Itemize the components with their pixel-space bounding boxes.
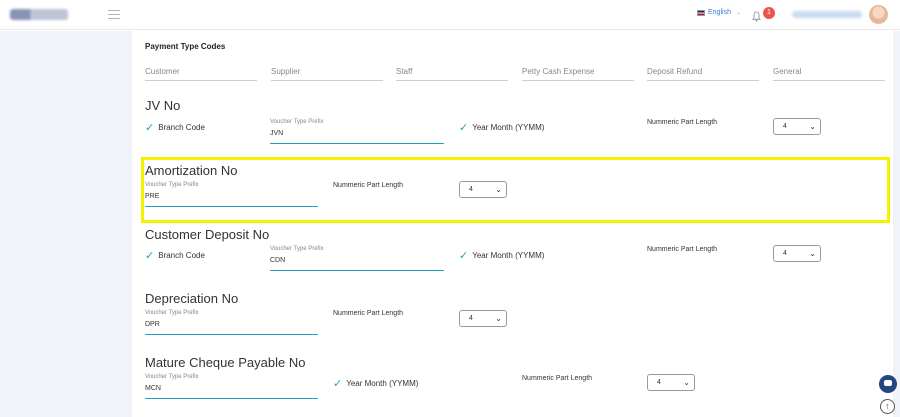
depreciation-length-value: 4 [469, 315, 473, 322]
customer-deposit-prefix-value[interactable]: CDN [270, 257, 444, 271]
depreciation-numeric-length-label: Nummeric Part Length [333, 310, 404, 317]
customer-deposit-no-heading: Customer Deposit No [145, 227, 270, 242]
bell-icon[interactable] [752, 9, 761, 27]
chevron-down-icon: ⌄ [809, 122, 816, 131]
jv-branch-code-checkbox[interactable]: ✓ Branch Code [145, 121, 205, 134]
checkmark-icon: ✓ [459, 121, 469, 134]
left-sidebar [0, 31, 132, 417]
amortization-voucher-prefix-field[interactable]: Voucher Type Prefix PRE [145, 182, 318, 207]
chevron-down-icon: ⌄ [683, 378, 690, 387]
mature-cheque-length-value: 4 [657, 379, 661, 386]
customer-deposit-length-value: 4 [783, 250, 787, 257]
checkmark-icon: ✓ [459, 249, 469, 262]
general-code-field[interactable]: General [773, 67, 885, 81]
amortization-numeric-length-label: Nummeric Part Length [333, 182, 404, 189]
avatar[interactable] [869, 5, 888, 24]
checkmark-icon: ✓ [145, 121, 155, 134]
chevron-down-icon: ⌄ [495, 314, 502, 323]
chevron-down-icon: ⌄ [809, 249, 816, 258]
user-name[interactable] [792, 11, 862, 18]
customer-deposit-numeric-length-select[interactable]: 4 ⌄ [773, 245, 821, 262]
year-month-label: Year Month (YYMM) [472, 251, 545, 260]
amortization-numeric-length-select[interactable]: 4 ⌄ [459, 181, 507, 198]
jv-numeric-length-label: Nummeric Part Length [647, 119, 718, 126]
chevron-down-icon: ⌄ [495, 185, 502, 194]
staff-code-field[interactable]: Staff [396, 67, 508, 81]
jv-numeric-length-select[interactable]: 4 ⌄ [773, 118, 821, 135]
customer-deposit-voucher-prefix-field[interactable]: Voucher Type Prefix CDN [270, 246, 444, 271]
jv-length-value: 4 [783, 123, 787, 130]
language-label: English [708, 9, 731, 16]
mature-cheque-numeric-length-select[interactable]: 4 ⌄ [647, 374, 695, 391]
mature-cheque-prefix-value[interactable]: MCN [145, 385, 318, 399]
jv-prefix-value[interactable]: JVN [270, 130, 444, 144]
customer-code-field[interactable]: Customer [145, 67, 257, 81]
depreciation-prefix-value[interactable]: DPR [145, 321, 318, 335]
chevron-down-icon: ⌄ [735, 10, 741, 16]
top-bar: English ⌄ 1 [0, 0, 900, 30]
checkmark-icon: ✓ [333, 377, 343, 390]
payment-type-codes-title: Payment Type Codes [145, 42, 226, 51]
arrow-up-icon[interactable]: ↑ [880, 399, 895, 414]
voucher-prefix-label: Voucher Type Prefix [270, 119, 324, 125]
voucher-prefix-label: Voucher Type Prefix [145, 310, 199, 316]
year-month-label: Year Month (YYMM) [472, 123, 545, 132]
customer-deposit-branch-code-checkbox[interactable]: ✓ Branch Code [145, 249, 205, 262]
mature-cheque-numeric-length-label: Nummeric Part Length [522, 375, 593, 382]
amortization-length-value: 4 [469, 186, 473, 193]
supplier-code-field[interactable]: Supplier [271, 67, 383, 81]
mature-cheque-year-month-checkbox[interactable]: ✓ Year Month (YYMM) [333, 377, 419, 390]
logo [10, 9, 68, 20]
amortization-no-heading: Amortization No [145, 163, 238, 178]
hamburger-icon[interactable] [108, 10, 120, 19]
voucher-prefix-label: Voucher Type Prefix [145, 374, 199, 380]
checkmark-icon: ✓ [145, 249, 155, 262]
deposit-refund-code-field[interactable]: Deposit Refund [647, 67, 759, 81]
year-month-label: Year Month (YYMM) [346, 379, 419, 388]
branch-code-label: Branch Code [158, 123, 205, 132]
notification-badge: 1 [763, 7, 775, 19]
language-selector[interactable]: English ⌄ [697, 9, 741, 16]
main-content: Payment Type Codes Customer Supplier Sta… [132, 31, 893, 417]
jv-no-heading: JV No [145, 98, 181, 113]
branch-code-label: Branch Code [158, 251, 205, 260]
mature-cheque-no-heading: Mature Cheque Payable No [145, 355, 306, 370]
jv-voucher-prefix-field[interactable]: Voucher Type Prefix JVN [270, 119, 444, 144]
customer-deposit-numeric-length-label: Nummeric Part Length [647, 246, 718, 253]
petty-cash-code-field[interactable]: Petty Cash Expense [522, 67, 634, 81]
depreciation-voucher-prefix-field[interactable]: Voucher Type Prefix DPR [145, 310, 318, 335]
depreciation-no-heading: Depreciation No [145, 291, 239, 306]
uk-flag-icon [697, 9, 705, 16]
customer-deposit-year-month-checkbox[interactable]: ✓ Year Month (YYMM) [459, 249, 545, 262]
chat-icon[interactable] [879, 375, 897, 393]
depreciation-numeric-length-select[interactable]: 4 ⌄ [459, 310, 507, 327]
jv-year-month-checkbox[interactable]: ✓ Year Month (YYMM) [459, 121, 545, 134]
mature-cheque-voucher-prefix-field[interactable]: Voucher Type Prefix MCN [145, 374, 318, 399]
voucher-prefix-label: Voucher Type Prefix [145, 182, 199, 188]
voucher-prefix-label: Voucher Type Prefix [270, 246, 324, 252]
right-gutter [893, 31, 900, 417]
amortization-prefix-value[interactable]: PRE [145, 193, 318, 207]
